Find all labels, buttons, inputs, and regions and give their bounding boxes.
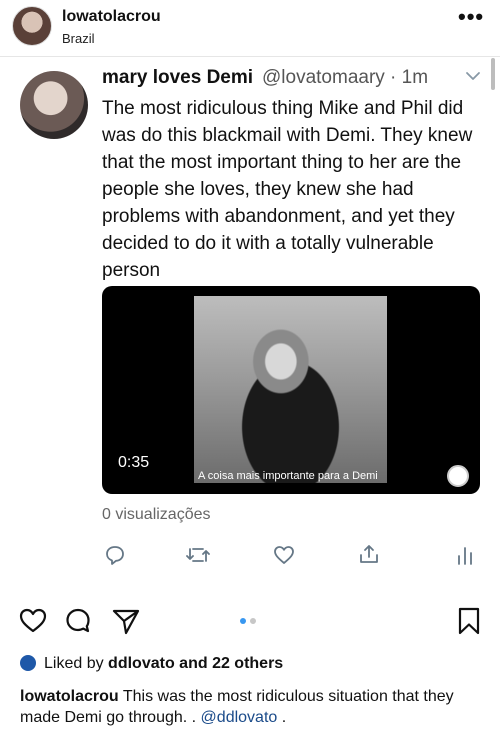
likes-summary[interactable]: Liked by ddlovato and 22 others xyxy=(44,655,283,673)
tweet-video[interactable]: 0:35 A coisa mais importante para a Demi xyxy=(102,286,480,494)
like-icon[interactable] xyxy=(273,544,295,566)
caption-username[interactable]: lowatolacrou xyxy=(20,688,119,705)
carousel-dot-active[interactable] xyxy=(240,618,246,624)
retweet-icon[interactable] xyxy=(186,545,210,565)
video-progress-handle[interactable] xyxy=(447,465,469,487)
share-icon[interactable] xyxy=(358,543,380,565)
video-thumbnail xyxy=(194,296,387,483)
analytics-icon[interactable] xyxy=(456,544,474,566)
liked-by-others[interactable]: and 22 others xyxy=(179,655,283,672)
tweet-author-avatar[interactable] xyxy=(20,71,88,139)
send-icon[interactable] xyxy=(111,606,141,636)
chevron-down-icon[interactable] xyxy=(464,67,482,85)
post-author-avatar[interactable] xyxy=(12,6,52,46)
reply-icon[interactable] xyxy=(104,544,126,566)
liked-by-label: Liked by xyxy=(44,655,104,672)
post-caption: lowatolacrou This was the most ridiculou… xyxy=(20,686,485,728)
post-location[interactable]: Brazil xyxy=(62,31,95,46)
bookmark-icon[interactable] xyxy=(456,606,482,636)
video-duration: 0:35 xyxy=(118,454,150,471)
scrollbar[interactable] xyxy=(491,58,495,90)
heart-icon[interactable] xyxy=(18,606,48,634)
tweet-author-name[interactable]: mary loves Demi xyxy=(102,67,253,89)
liked-by-user[interactable]: ddlovato xyxy=(108,655,175,672)
caption-end: . xyxy=(281,709,287,726)
caption-mention[interactable]: @ddlovato xyxy=(201,709,278,726)
post-author-username[interactable]: lowatolacrou xyxy=(62,8,161,26)
video-caption: A coisa mais importante para a Demi xyxy=(198,470,378,482)
comment-icon[interactable] xyxy=(63,606,93,636)
tweet-text: The most ridiculous thing Mike and Phil … xyxy=(102,98,473,281)
tweet-view-count: 0 visualizações xyxy=(102,506,211,523)
liked-by-avatar[interactable] xyxy=(20,655,36,671)
more-options-icon[interactable]: ••• xyxy=(458,4,484,30)
carousel-dot[interactable] xyxy=(250,618,256,624)
tweet-handle-time: @lovatomaary · 1m xyxy=(262,67,429,88)
